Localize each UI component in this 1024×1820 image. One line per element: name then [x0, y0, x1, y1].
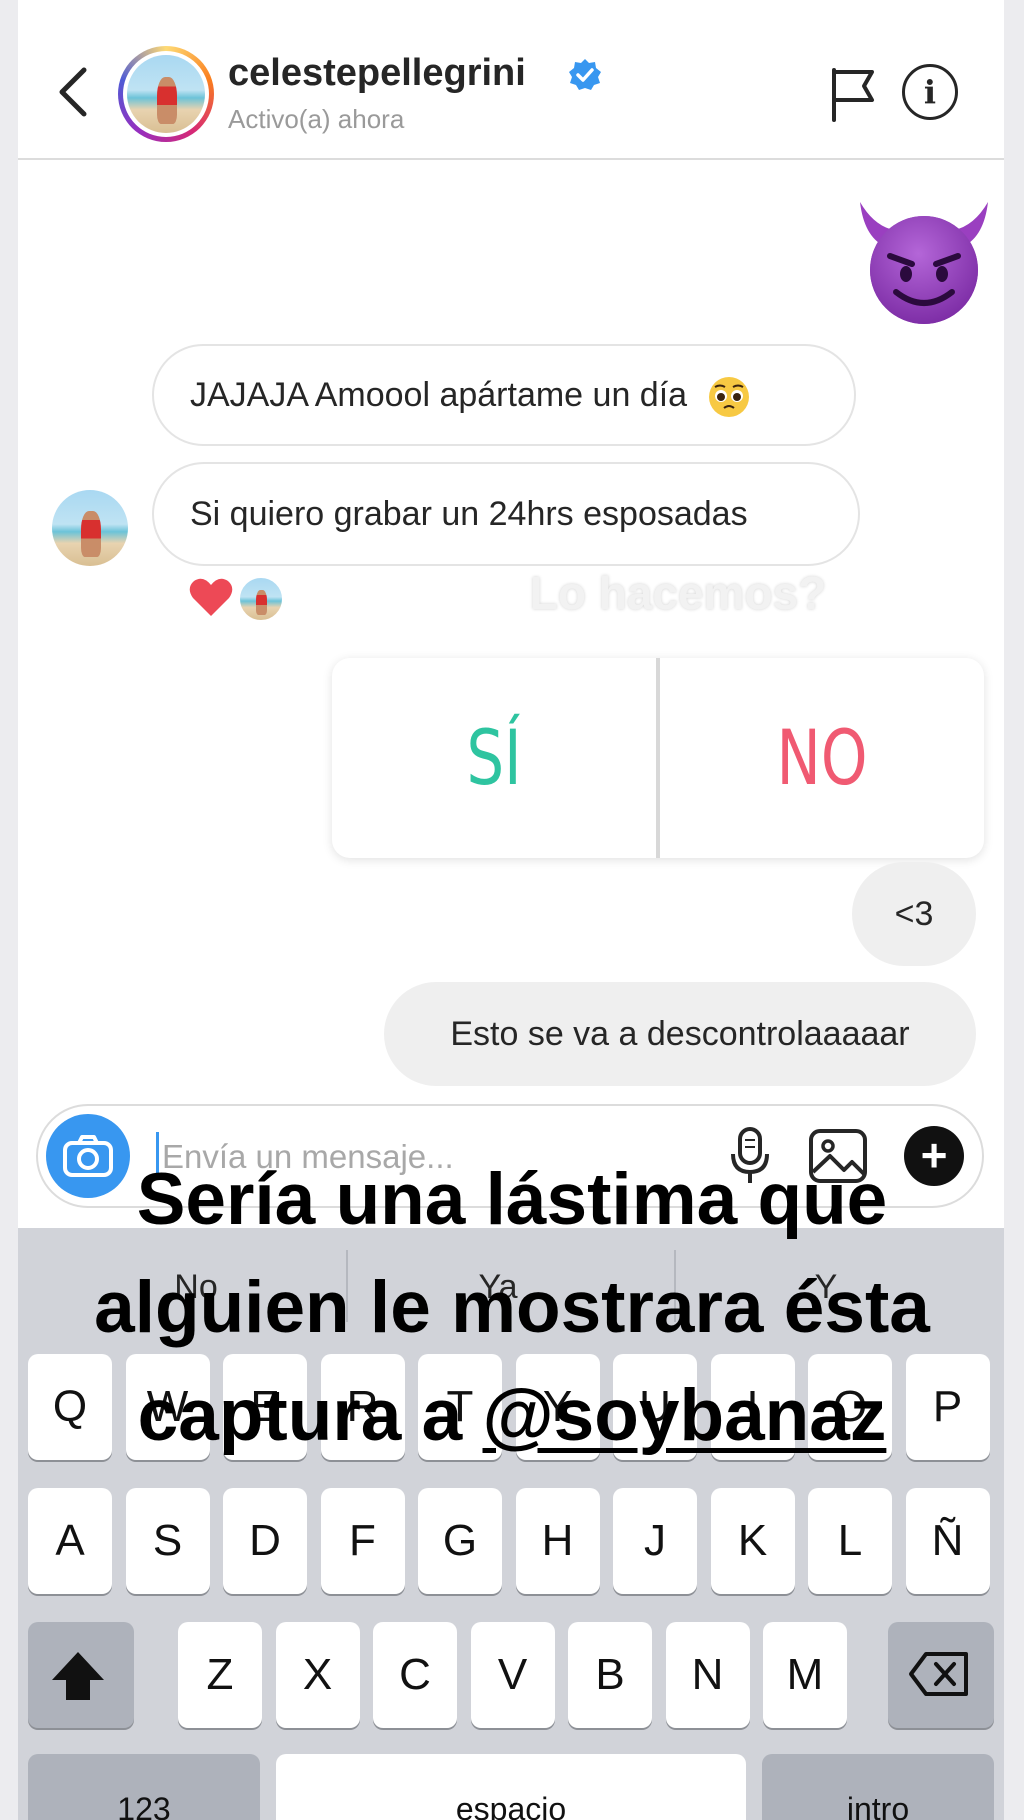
- key-m[interactable]: M: [763, 1622, 847, 1728]
- backspace-key[interactable]: [888, 1622, 994, 1728]
- poll-divider: [656, 658, 660, 858]
- message-bubble-incoming[interactable]: JAJAJA Amoool apártame un día: [152, 344, 856, 446]
- chat-screen: celestepellegrini Activo(a) ahora i JAJA…: [18, 0, 1004, 1820]
- poll-sticker: SÍ NO: [332, 658, 984, 858]
- caption-line-2: alguien le mostrara ésta: [94, 1267, 930, 1348]
- sender-avatar[interactable]: [52, 490, 128, 566]
- numbers-key[interactable]: 123: [28, 1754, 260, 1820]
- key-h[interactable]: H: [515, 1488, 600, 1594]
- caption-line-1: Sería una lástima que: [136, 1159, 888, 1240]
- caption-line-3: captura a @soybanaz: [0, 1362, 1024, 1470]
- username[interactable]: celestepellegrini: [228, 52, 526, 95]
- message-bubble-incoming[interactable]: Si quiero grabar un 24hrs esposadas: [152, 462, 860, 566]
- message-bubble-outgoing[interactable]: Esto se va a descontrolaaaaar: [384, 982, 976, 1086]
- key-s[interactable]: S: [125, 1488, 210, 1594]
- caption-line-3-text: captura a: [137, 1375, 483, 1456]
- shift-key[interactable]: [28, 1622, 134, 1728]
- key-l[interactable]: L: [808, 1488, 892, 1594]
- shift-icon: [52, 1652, 104, 1700]
- key-ñ[interactable]: Ñ: [905, 1488, 990, 1594]
- key-z[interactable]: Z: [178, 1622, 262, 1728]
- poll-question: Lo hacemos?: [529, 567, 827, 619]
- reaction-avatar: [238, 576, 284, 622]
- message-text: Esto se va a descontrolaaaaar: [450, 1015, 910, 1053]
- chat-header: celestepellegrini Activo(a) ahora i: [18, 0, 1004, 160]
- return-key[interactable]: intro: [762, 1754, 994, 1820]
- message-bubble-outgoing[interactable]: <3: [852, 862, 976, 966]
- key-v[interactable]: V: [470, 1622, 555, 1728]
- backspace-icon: [909, 1652, 968, 1696]
- heart-icon[interactable]: [188, 576, 234, 618]
- key-d[interactable]: D: [223, 1488, 307, 1594]
- key-x[interactable]: X: [275, 1622, 360, 1728]
- key-c[interactable]: C: [373, 1622, 457, 1728]
- message-text: JAJAJA Amoool apártame un día: [190, 376, 688, 414]
- caption-mention: @soybanaz: [482, 1375, 887, 1456]
- profile-avatar[interactable]: [118, 46, 214, 142]
- key-n[interactable]: N: [665, 1622, 750, 1728]
- key-j[interactable]: J: [613, 1488, 697, 1594]
- key-g[interactable]: G: [418, 1488, 502, 1594]
- key-f[interactable]: F: [320, 1488, 405, 1594]
- chevron-left-icon[interactable]: [48, 62, 96, 122]
- flag-icon[interactable]: [828, 66, 878, 122]
- smiling-devil-emoji: [860, 202, 988, 324]
- key-a[interactable]: A: [28, 1488, 112, 1594]
- active-status: Activo(a) ahora: [228, 104, 405, 134]
- key-k[interactable]: K: [710, 1488, 795, 1594]
- message-text: Si quiero grabar un 24hrs esposadas: [190, 495, 748, 533]
- info-icon[interactable]: i: [902, 64, 958, 120]
- pleading-face-emoji: [708, 377, 749, 418]
- poll-option-no[interactable]: NO: [696, 658, 949, 858]
- poll-option-yes[interactable]: SÍ: [368, 658, 621, 858]
- message-text: <3: [894, 895, 934, 933]
- story-caption: Sería una lástima que alguien le mostrar…: [0, 1146, 1024, 1470]
- verified-badge-icon: [569, 59, 601, 90]
- key-b[interactable]: B: [568, 1622, 652, 1728]
- space-key[interactable]: espacio: [276, 1754, 746, 1820]
